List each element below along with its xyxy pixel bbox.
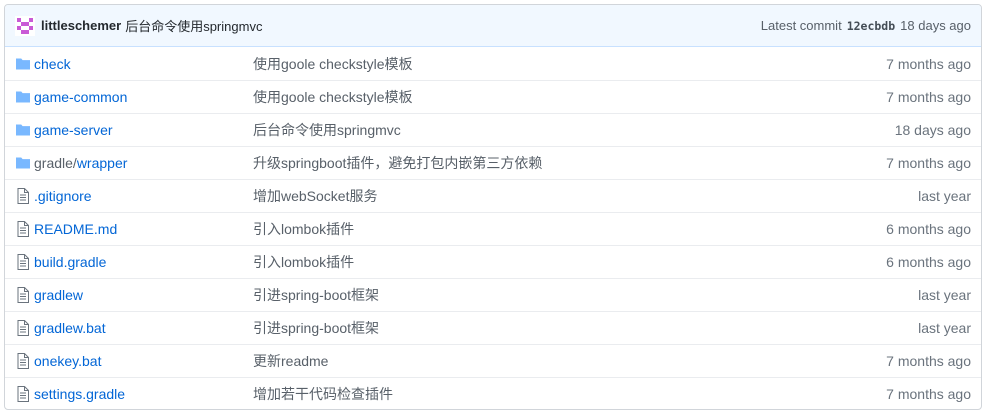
file-browser: littleschemer 后台命令使用springmvc Latest com… [4, 4, 982, 410]
file-name-link[interactable]: onekey.bat [34, 353, 253, 369]
commit-message[interactable]: 后台命令使用springmvc [125, 16, 262, 35]
file-name-link[interactable]: game-server [34, 122, 253, 138]
commit-message-link[interactable]: 引进spring-boot框架 [253, 318, 918, 338]
commit-message-link[interactable]: 引入lombok插件 [253, 219, 886, 239]
commit-message-link[interactable]: 升级springboot插件，避免打包内嵌第三方依赖 [253, 153, 886, 173]
commit-message-link[interactable]: 引进spring-boot框架 [253, 285, 918, 305]
commit-age: last year [918, 320, 971, 336]
file-name[interactable]: game-common [34, 89, 127, 105]
file-name[interactable]: check [34, 56, 71, 72]
commit-age: 6 months ago [886, 221, 971, 237]
file-name-link[interactable]: README.md [34, 221, 253, 237]
file-row: game-common 使用goole checkstyle模板 7 months … [5, 80, 981, 113]
file-name-link[interactable]: .gitignore [34, 188, 253, 204]
author-avatar[interactable] [15, 15, 35, 36]
commit-age: last year [918, 287, 971, 303]
commit-age: 7 months ago [886, 386, 971, 402]
commit-age: last year [918, 188, 971, 204]
latest-commit-label: Latest commit [760, 18, 842, 33]
commit-message-link[interactable]: 使用goole checkstyle模板 [253, 87, 886, 107]
commit-sha[interactable]: 12ecbdb [847, 19, 895, 33]
commit-meta: Latest commit 12ecbdb 18 days ago [761, 18, 971, 33]
file-row: onekey.bat 更新readme 7 months ago [5, 344, 981, 377]
file-icon [15, 221, 31, 237]
directory-prefix: gradle/ [34, 155, 77, 171]
file-row: build.gradle 引入lombok插件 6 months ago [5, 245, 981, 278]
file-icon [15, 386, 31, 402]
commit-age: 7 months ago [886, 55, 971, 72]
file-icon [15, 353, 31, 369]
file-name[interactable]: gradlew.bat [34, 320, 106, 336]
commit-message-link[interactable]: 更新readme [253, 351, 886, 371]
file-row: gradlew 引进spring-boot框架 last year [5, 278, 981, 311]
file-name-link[interactable]: gradlew [34, 287, 253, 303]
file-name[interactable]: README.md [34, 221, 117, 237]
commit-age: 7 months ago [886, 155, 971, 171]
file-icon [15, 320, 31, 336]
commit-age: 18 days ago [900, 18, 971, 33]
commit-message-link[interactable]: 后台命令使用springmvc [253, 120, 895, 140]
file-name[interactable]: build.gradle [34, 254, 106, 270]
file-row: gradlew.bat 引进spring-boot框架 last year [5, 311, 981, 344]
file-row: .gitignore 增加webSocket服务 last year [5, 179, 981, 212]
file-row: game-server 后台命令使用springmvc 18 days ago [5, 113, 981, 146]
file-name[interactable]: onekey.bat [34, 353, 101, 369]
file-row: README.md 引入lombok插件 6 months ago [5, 212, 981, 245]
commit-message-link[interactable]: 增加若干代码检查插件 [253, 384, 886, 404]
commit-age: 6 months ago [886, 254, 971, 270]
latest-commit-bar: littleschemer 后台命令使用springmvc Latest com… [5, 5, 981, 47]
commit-message-link[interactable]: 使用goole checkstyle模板 [253, 54, 886, 74]
file-name[interactable]: .gitignore [34, 188, 92, 204]
commit-age: 7 months ago [886, 89, 971, 105]
file-name[interactable]: gradlew [34, 287, 83, 303]
file-row: gradle/wrapper 升级springboot插件，避免打包内嵌第三方依赖… [5, 146, 981, 179]
commit-author[interactable]: littleschemer [41, 18, 121, 33]
file-name-link[interactable]: settings.gradle [34, 386, 253, 402]
file-icon [15, 254, 31, 270]
folder-icon [15, 56, 31, 72]
file-name-link[interactable]: build.gradle [34, 254, 253, 270]
commit-message-link[interactable]: 增加webSocket服务 [253, 186, 918, 206]
file-name-link[interactable]: game-common [34, 89, 253, 105]
commit-message-link[interactable]: 引入lombok插件 [253, 252, 886, 272]
file-icon [15, 188, 31, 204]
commit-age: 18 days ago [894, 122, 971, 138]
file-name-link[interactable]: check [34, 56, 253, 72]
file-name[interactable]: wrapper [77, 155, 128, 171]
file-row: check 使用goole checkstyle模板 7 months ago [5, 47, 981, 80]
file-name[interactable]: settings.gradle [34, 386, 125, 402]
file-row: settings.gradle 增加若干代码检查插件 7 months ago [5, 377, 981, 409]
file-name[interactable]: game-server [34, 122, 113, 138]
commit-age: 7 months ago [886, 353, 971, 369]
file-name-link[interactable]: gradlew.bat [34, 320, 253, 336]
file-list: check 使用goole checkstyle模板 7 months ago gam… [5, 47, 981, 409]
file-icon [15, 287, 31, 303]
folder-icon [15, 155, 31, 171]
folder-icon [15, 122, 31, 138]
folder-icon [15, 89, 31, 105]
file-name-link[interactable]: gradle/wrapper [34, 155, 253, 171]
